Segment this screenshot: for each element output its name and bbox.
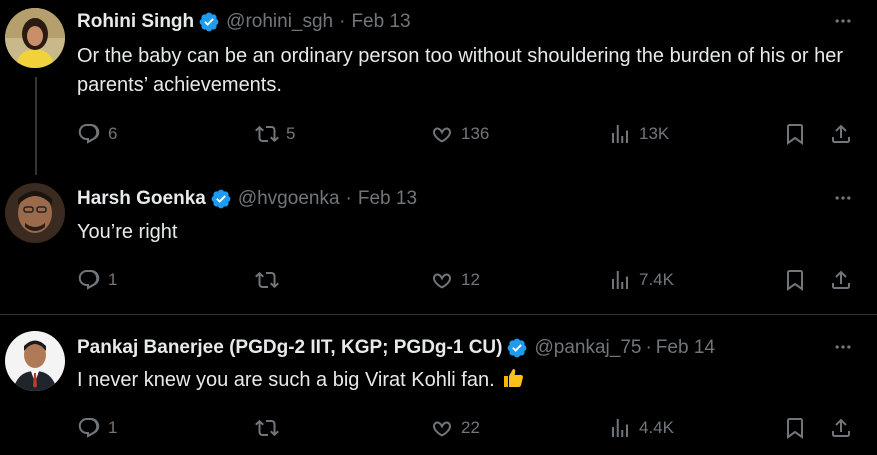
tweet-date[interactable]: Feb 13	[351, 11, 410, 33]
author-handle[interactable]: @pankaj_75	[534, 337, 641, 359]
retweet-button[interactable]	[255, 266, 286, 294]
more-icon[interactable]	[832, 11, 854, 31]
tweet-text: I never knew you are such a big Virat Ko…	[77, 366, 857, 395]
share-button[interactable]	[829, 120, 853, 148]
author-handle[interactable]: @rohini_sgh	[226, 11, 333, 33]
reply-count: 6	[108, 124, 118, 143]
reply-button[interactable]: 1	[77, 414, 117, 442]
tweet-actions: 6 5 136 13K	[77, 120, 857, 148]
retweet-icon	[255, 419, 279, 437]
avatar[interactable]	[5, 331, 65, 391]
like-button[interactable]: 22	[430, 414, 480, 442]
share-icon	[832, 124, 850, 143]
views-button[interactable]: 4.4K	[608, 414, 674, 442]
tweet-date[interactable]: Feb 13	[358, 188, 417, 210]
bookmark-icon	[787, 270, 803, 291]
views-count: 4.4K	[639, 418, 674, 437]
retweet-button[interactable]	[255, 414, 286, 442]
separator-dot: ·	[345, 188, 352, 209]
views-count: 13K	[639, 124, 670, 143]
tweet-actions: 1 12 7.4K	[77, 266, 857, 294]
like-icon	[433, 127, 451, 143]
like-count: 12	[461, 270, 480, 289]
verified-badge-icon[interactable]	[198, 11, 220, 33]
tweet-header: Harsh Goenka @hvgoenka · Feb 13	[77, 187, 417, 211]
like-count: 136	[461, 124, 490, 143]
bookmark-icon	[787, 418, 803, 439]
tweet-rohini[interactable]: Rohini Singh @rohini_sgh · Feb 13 Or the…	[0, 0, 877, 175]
avatar[interactable]	[5, 8, 65, 68]
tweet-date[interactable]: Feb 14	[656, 337, 715, 359]
retweet-icon	[255, 125, 279, 143]
tweet-header: Rohini Singh @rohini_sgh · Feb 13	[77, 10, 411, 34]
share-icon	[832, 270, 850, 289]
like-count: 22	[461, 418, 480, 437]
retweet-button[interactable]: 5	[255, 120, 295, 148]
share-icon	[832, 418, 850, 437]
separator-dot: ·	[339, 11, 346, 32]
like-icon	[433, 421, 451, 437]
tweet-text: You’re right	[77, 221, 178, 243]
bookmark-button[interactable]	[783, 266, 807, 294]
views-button[interactable]: 13K	[608, 120, 669, 148]
more-icon[interactable]	[832, 337, 854, 357]
thread-line	[35, 77, 37, 175]
bookmark-icon	[787, 124, 803, 145]
author-handle[interactable]: @hvgoenka	[238, 188, 340, 210]
views-icon	[612, 125, 628, 143]
tweet-header: Pankaj Banerjee (PGDg-2 IIT, KGP; PGDg-1…	[77, 336, 715, 360]
reply-count: 1	[108, 418, 118, 437]
views-icon	[612, 419, 628, 437]
verified-badge-icon[interactable]	[210, 188, 232, 210]
avatar[interactable]	[5, 183, 65, 243]
author-name[interactable]: Rohini Singh	[77, 11, 194, 33]
tweet-actions: 1 22 4.4K	[77, 414, 857, 442]
like-button[interactable]: 12	[430, 266, 480, 294]
reply-icon	[78, 418, 100, 438]
verified-badge-icon[interactable]	[506, 337, 528, 359]
views-count: 7.4K	[639, 270, 674, 289]
retweet-icon	[255, 271, 279, 289]
author-name[interactable]: Harsh Goenka	[77, 188, 206, 210]
share-button[interactable]	[829, 266, 853, 294]
more-icon[interactable]	[832, 188, 854, 208]
tweet-text: Or the baby can be an ordinary person to…	[77, 45, 844, 96]
separator-dot: ·	[645, 337, 652, 358]
reply-button[interactable]: 6	[77, 120, 117, 148]
views-icon	[612, 271, 628, 289]
reply-icon	[78, 270, 100, 290]
tweet-harsh[interactable]: Harsh Goenka @hvgoenka · Feb 13 You’re r…	[0, 175, 877, 315]
author-name[interactable]: Pankaj Banerjee (PGDg-2 IIT, KGP; PGDg-1…	[77, 337, 502, 359]
views-button[interactable]: 7.4K	[608, 266, 674, 294]
like-icon	[433, 273, 451, 289]
bookmark-button[interactable]	[783, 414, 807, 442]
bookmark-button[interactable]	[783, 120, 807, 148]
tweet-pankaj[interactable]: Pankaj Banerjee (PGDg-2 IIT, KGP; PGDg-1…	[0, 315, 877, 455]
like-button[interactable]: 136	[430, 120, 489, 148]
share-button[interactable]	[829, 414, 853, 442]
tweet-text-content: I never knew you are such a big Virat Ko…	[77, 369, 495, 391]
reply-count: 1	[108, 270, 118, 289]
reply-button[interactable]: 1	[77, 266, 117, 294]
thumbs-up-emoji	[503, 369, 523, 387]
reply-icon	[78, 124, 100, 144]
retweet-count: 5	[286, 124, 296, 143]
